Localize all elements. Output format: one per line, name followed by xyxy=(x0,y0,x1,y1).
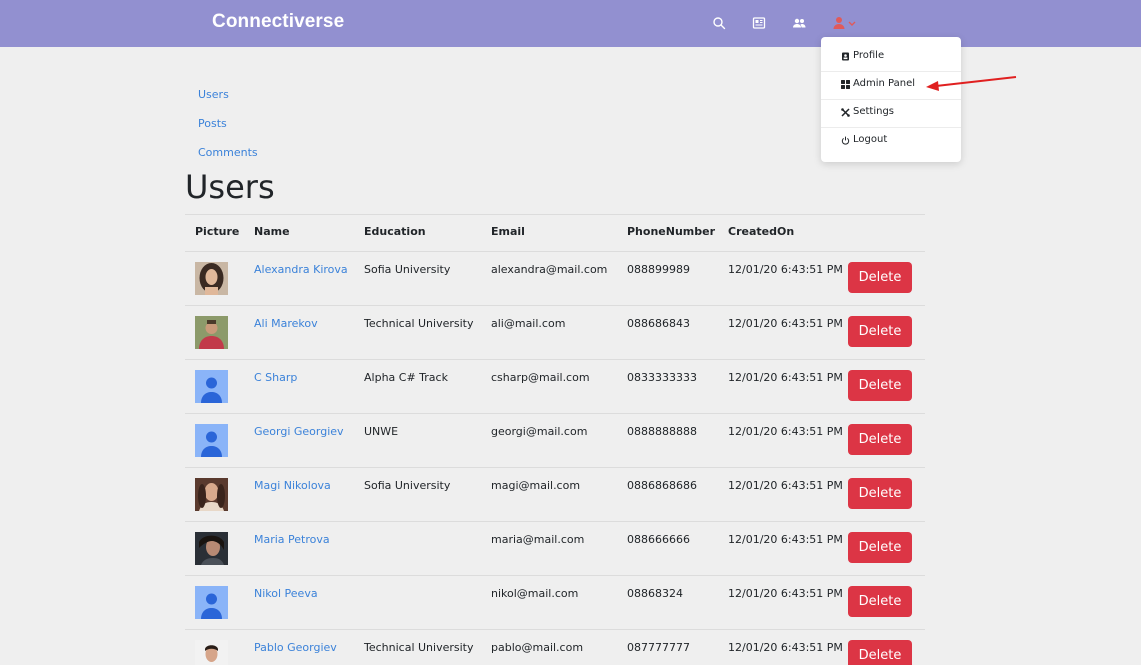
user-education: UNWE xyxy=(364,425,399,438)
power-icon xyxy=(841,136,850,145)
user-created-on: 12/01/20 6:43:51 PM xyxy=(728,425,843,438)
user-phone: 088666666 xyxy=(627,533,690,546)
delete-button[interactable]: Delete xyxy=(848,478,912,509)
annotation-arrow-icon xyxy=(926,76,1017,91)
user-name-link[interactable]: Alexandra Kirova xyxy=(254,263,348,276)
delete-button[interactable]: Delete xyxy=(848,640,912,665)
user-name-link[interactable]: Maria Petrova xyxy=(254,533,330,546)
dropdown-item-label: Logout xyxy=(853,134,888,145)
user-created-on: 12/01/20 6:43:51 PM xyxy=(728,371,843,384)
avatar-photo xyxy=(195,478,228,511)
brand-logo[interactable]: Connectiverse xyxy=(212,11,344,33)
profile-icon xyxy=(841,52,850,61)
user-phone: 0888888888 xyxy=(627,425,697,438)
column-header-picture: Picture xyxy=(195,225,240,238)
column-header-phone: PhoneNumber xyxy=(627,225,715,238)
user-name-link[interactable]: C Sharp xyxy=(254,371,297,384)
delete-button[interactable]: Delete xyxy=(848,262,912,293)
delete-button[interactable]: Delete xyxy=(848,532,912,563)
table-row: C Sharp Alpha C# Track csharp@mail.com 0… xyxy=(185,360,925,414)
avatar-photo xyxy=(195,640,228,665)
user-created-on: 12/01/20 6:43:51 PM xyxy=(728,533,843,546)
user-created-on: 12/01/20 6:43:51 PM xyxy=(728,317,843,330)
avatar-photo xyxy=(195,316,228,349)
column-header-created: CreatedOn xyxy=(728,225,795,238)
table-row: Georgi Georgiev UNWE georgi@mail.com 088… xyxy=(185,414,925,468)
column-header-name: Name xyxy=(254,225,290,238)
table-row: Maria Petrova maria@mail.com 088666666 1… xyxy=(185,522,925,576)
user-name-link[interactable]: Nikol Peeva xyxy=(254,587,318,600)
user-email: csharp@mail.com xyxy=(491,371,590,384)
user-email: pablo@mail.com xyxy=(491,641,584,654)
user-education: Alpha C# Track xyxy=(364,371,448,384)
table-row: Alexandra Kirova Sofia University alexan… xyxy=(185,252,925,306)
user-name-link[interactable]: Magi Nikolova xyxy=(254,479,331,492)
user-created-on: 12/01/20 6:43:51 PM xyxy=(728,263,843,276)
user-education: Sofia University xyxy=(364,263,451,276)
default-avatar-icon xyxy=(195,586,228,619)
user-email: magi@mail.com xyxy=(491,479,581,492)
delete-button[interactable]: Delete xyxy=(848,316,912,347)
dropdown-item-settings[interactable]: Settings xyxy=(821,99,961,127)
user-education: Technical University xyxy=(364,317,474,330)
users-icon[interactable] xyxy=(792,16,806,30)
user-email: ali@mail.com xyxy=(491,317,566,330)
table-row: Pablo Georgiev Technical University pabl… xyxy=(185,630,925,665)
user-phone: 088899989 xyxy=(627,263,690,276)
navbar: Connectiverse xyxy=(0,0,1141,47)
user-dropdown-menu: Profile Admin Panel Settings Logout xyxy=(821,37,961,162)
user-email: nikol@mail.com xyxy=(491,587,579,600)
user-name-link[interactable]: Ali Marekov xyxy=(254,317,318,330)
user-education: Technical University xyxy=(364,641,474,654)
user-phone: 0833333333 xyxy=(627,371,697,384)
user-email: georgi@mail.com xyxy=(491,425,588,438)
newspaper-icon[interactable] xyxy=(752,16,766,30)
delete-button[interactable]: Delete xyxy=(848,424,912,455)
grid-icon xyxy=(841,80,850,89)
default-avatar-icon xyxy=(195,424,228,457)
table-row: Magi Nikolova Sofia University magi@mail… xyxy=(185,468,925,522)
dropdown-item-logout[interactable]: Logout xyxy=(821,127,961,155)
user-name-link[interactable]: Georgi Georgiev xyxy=(254,425,344,438)
user-phone: 087777777 xyxy=(627,641,690,654)
user-phone: 088686843 xyxy=(627,317,690,330)
default-avatar-icon xyxy=(195,370,228,403)
dropdown-item-label: Profile xyxy=(853,50,885,61)
dropdown-item-profile[interactable]: Profile xyxy=(821,43,961,71)
column-header-education: Education xyxy=(364,225,426,238)
column-header-email: Email xyxy=(491,225,525,238)
user-phone: 08868324 xyxy=(627,587,683,600)
user-education: Sofia University xyxy=(364,479,451,492)
user-email: alexandra@mail.com xyxy=(491,263,608,276)
table-row: Ali Marekov Technical University ali@mai… xyxy=(185,306,925,360)
nav-link-posts[interactable]: Posts xyxy=(198,117,227,130)
nav-link-comments[interactable]: Comments xyxy=(198,146,258,159)
user-created-on: 12/01/20 6:43:51 PM xyxy=(728,641,843,654)
users-table: Picture Name Education Email PhoneNumber… xyxy=(185,214,925,665)
user-created-on: 12/01/20 6:43:51 PM xyxy=(728,479,843,492)
user-created-on: 12/01/20 6:43:51 PM xyxy=(728,587,843,600)
dropdown-item-label: Settings xyxy=(853,106,895,117)
table-row: Nikol Peeva nikol@mail.com 08868324 12/0… xyxy=(185,576,925,630)
delete-button[interactable]: Delete xyxy=(848,370,912,401)
avatar-photo xyxy=(195,262,228,295)
table-border xyxy=(185,214,925,215)
avatar-photo xyxy=(195,532,228,565)
user-name-link[interactable]: Pablo Georgiev xyxy=(254,641,337,654)
user-menu-toggle[interactable] xyxy=(832,15,858,31)
dropdown-item-label: Admin Panel xyxy=(853,78,916,89)
nav-link-users[interactable]: Users xyxy=(198,88,229,101)
page-title: Users xyxy=(185,168,275,206)
tools-icon xyxy=(841,108,850,117)
user-email: maria@mail.com xyxy=(491,533,585,546)
search-icon[interactable] xyxy=(712,16,726,30)
delete-button[interactable]: Delete xyxy=(848,586,912,617)
user-phone: 0886868686 xyxy=(627,479,697,492)
user-menu-icon xyxy=(833,17,856,29)
